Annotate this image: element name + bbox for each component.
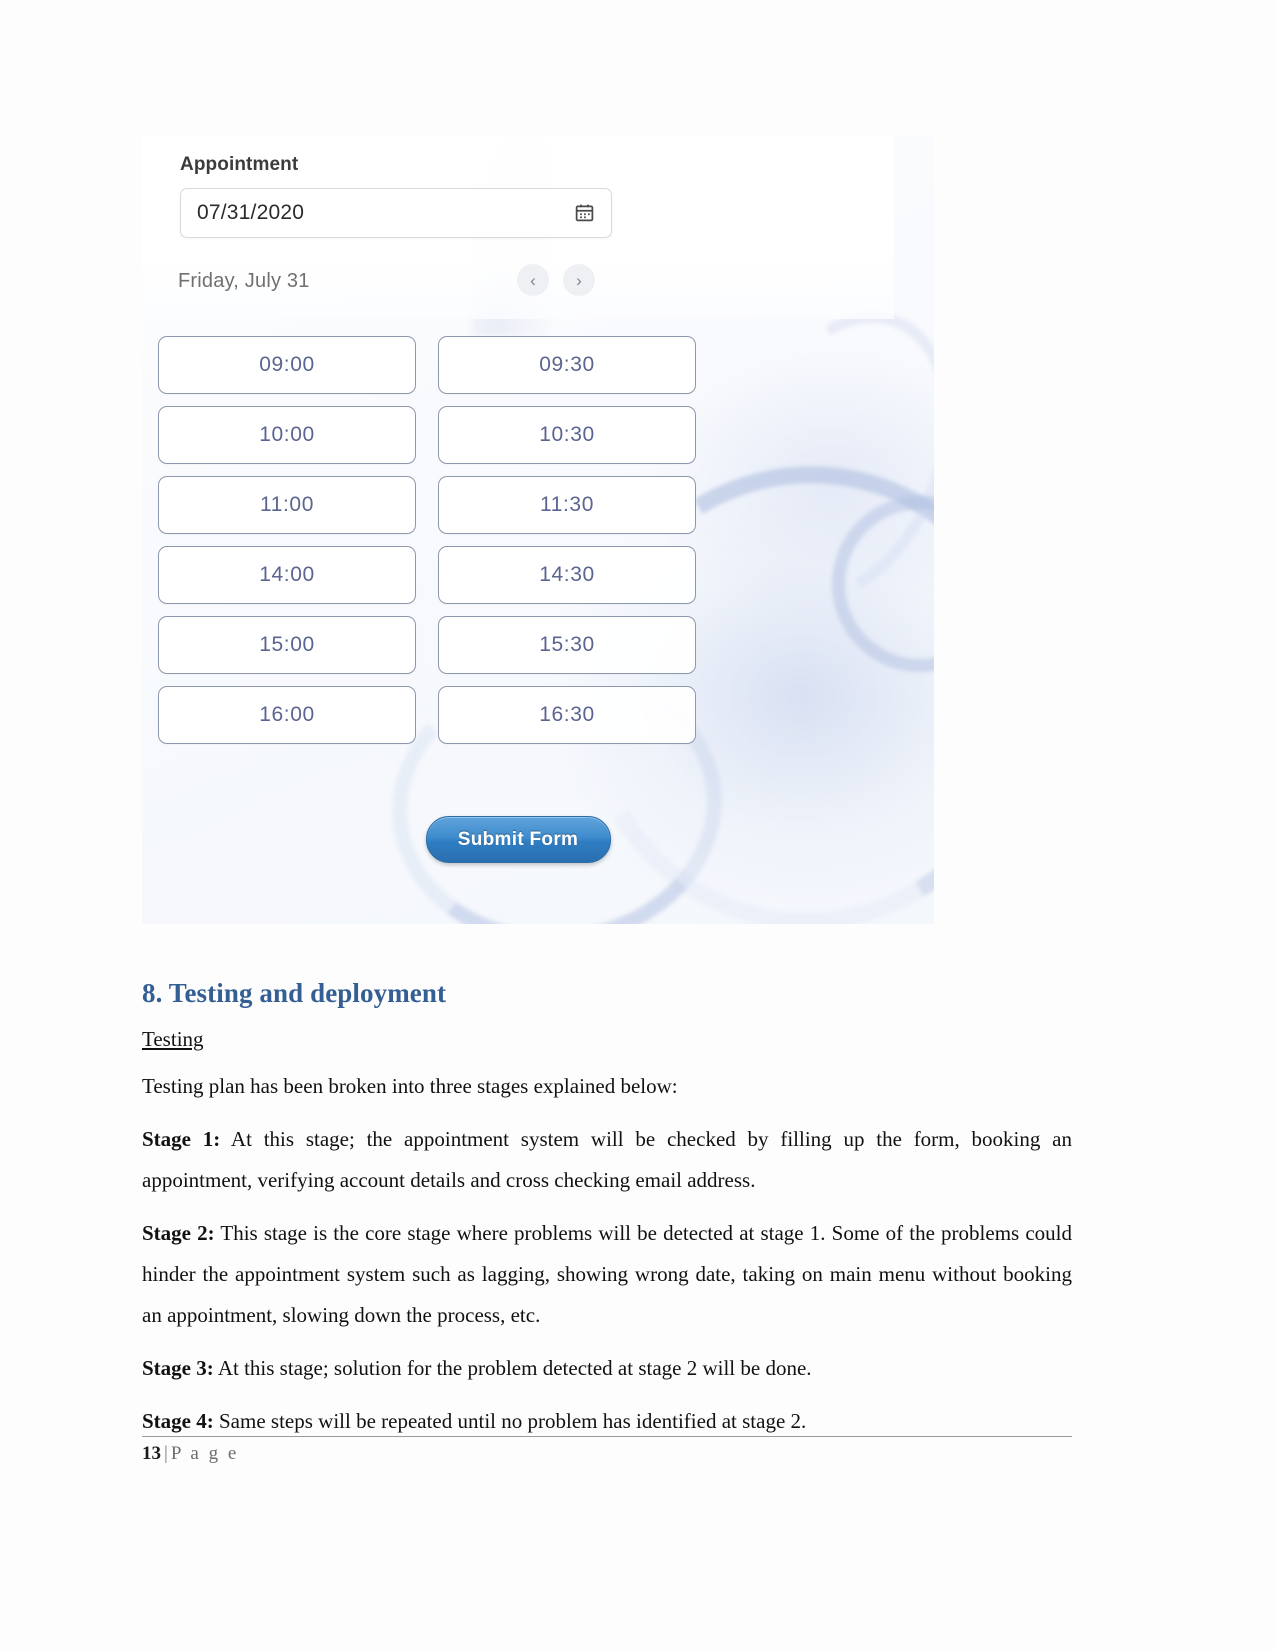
stage-label: Stage 1: [142, 1126, 221, 1151]
appointment-label: Appointment [180, 154, 299, 175]
stage-label: Stage 3: [142, 1355, 214, 1380]
stage-label: Stage 2: [142, 1220, 215, 1245]
stage-text: Same steps will be repeated until no pro… [213, 1408, 807, 1433]
background-stethoscope-loop [832, 496, 934, 672]
appointment-screenshot-figure: Appointment 07/31/2020 Friday, July 31 ‹… [142, 136, 934, 924]
stage-paragraph: Stage 1: At this stage; the appointment … [142, 1119, 1072, 1201]
stage-paragraph: Stage 3: At this stage; solution for the… [142, 1348, 1072, 1389]
intro-paragraph: Testing plan has been broken into three … [142, 1074, 678, 1098]
time-slot-button[interactable]: 16:30 [438, 686, 696, 744]
time-slot-button[interactable]: 10:00 [158, 406, 416, 464]
time-slot-button[interactable]: 09:30 [438, 336, 696, 394]
background-stethoscope-curve-3 [692, 279, 934, 635]
time-slot-button[interactable]: 10:30 [438, 406, 696, 464]
footer-page-number: 13 [142, 1443, 161, 1464]
day-navigation: ‹ › [517, 264, 595, 296]
time-slot-grid: 09:00 09:30 10:00 10:30 11:00 11:30 14:0… [158, 336, 718, 744]
prev-day-button[interactable]: ‹ [517, 264, 549, 296]
footer-divider [142, 1436, 1072, 1437]
next-day-button[interactable]: › [563, 264, 595, 296]
time-slot-button[interactable]: 16:00 [158, 686, 416, 744]
subsection-heading: Testing [142, 1027, 204, 1051]
footer-separator: | [164, 1443, 168, 1464]
document-body: 8. Testing and deployment Testing Testin… [142, 978, 1072, 1454]
calendar-icon[interactable] [574, 202, 595, 223]
time-slot-button[interactable]: 15:30 [438, 616, 696, 674]
time-slot-button[interactable]: 11:00 [158, 476, 416, 534]
stage-label: Stage 4: [142, 1408, 214, 1433]
document-page: Appointment 07/31/2020 Friday, July 31 ‹… [0, 0, 1275, 1651]
appointment-date-value: 07/31/2020 [197, 201, 305, 224]
stage-paragraph: Stage 2: This stage is the core stage wh… [142, 1213, 1072, 1336]
submit-row: Submit Form [142, 816, 894, 863]
time-slot-button[interactable]: 15:00 [158, 616, 416, 674]
selected-weekday-label: Friday, July 31 [178, 270, 310, 292]
time-slot-button[interactable]: 09:00 [158, 336, 416, 394]
time-slot-button[interactable]: 11:30 [438, 476, 696, 534]
time-slot-button[interactable]: 14:00 [158, 546, 416, 604]
page-footer: 13 | P a g e [142, 1443, 1072, 1465]
stage-text: This stage is the core stage where probl… [142, 1220, 1072, 1327]
submit-form-button[interactable]: Submit Form [425, 816, 611, 863]
stage-text: At this stage; the appointment system wi… [142, 1126, 1072, 1192]
stage-text: At this stage; solution for the problem … [213, 1355, 812, 1380]
time-slot-button[interactable]: 14:30 [438, 546, 696, 604]
appointment-date-input[interactable]: 07/31/2020 [180, 188, 612, 238]
footer-page-word: P a g e [170, 1443, 239, 1464]
appointment-field-band: Appointment 07/31/2020 Friday, July 31 ‹… [142, 136, 894, 319]
section-heading: 8. Testing and deployment [142, 978, 447, 1008]
